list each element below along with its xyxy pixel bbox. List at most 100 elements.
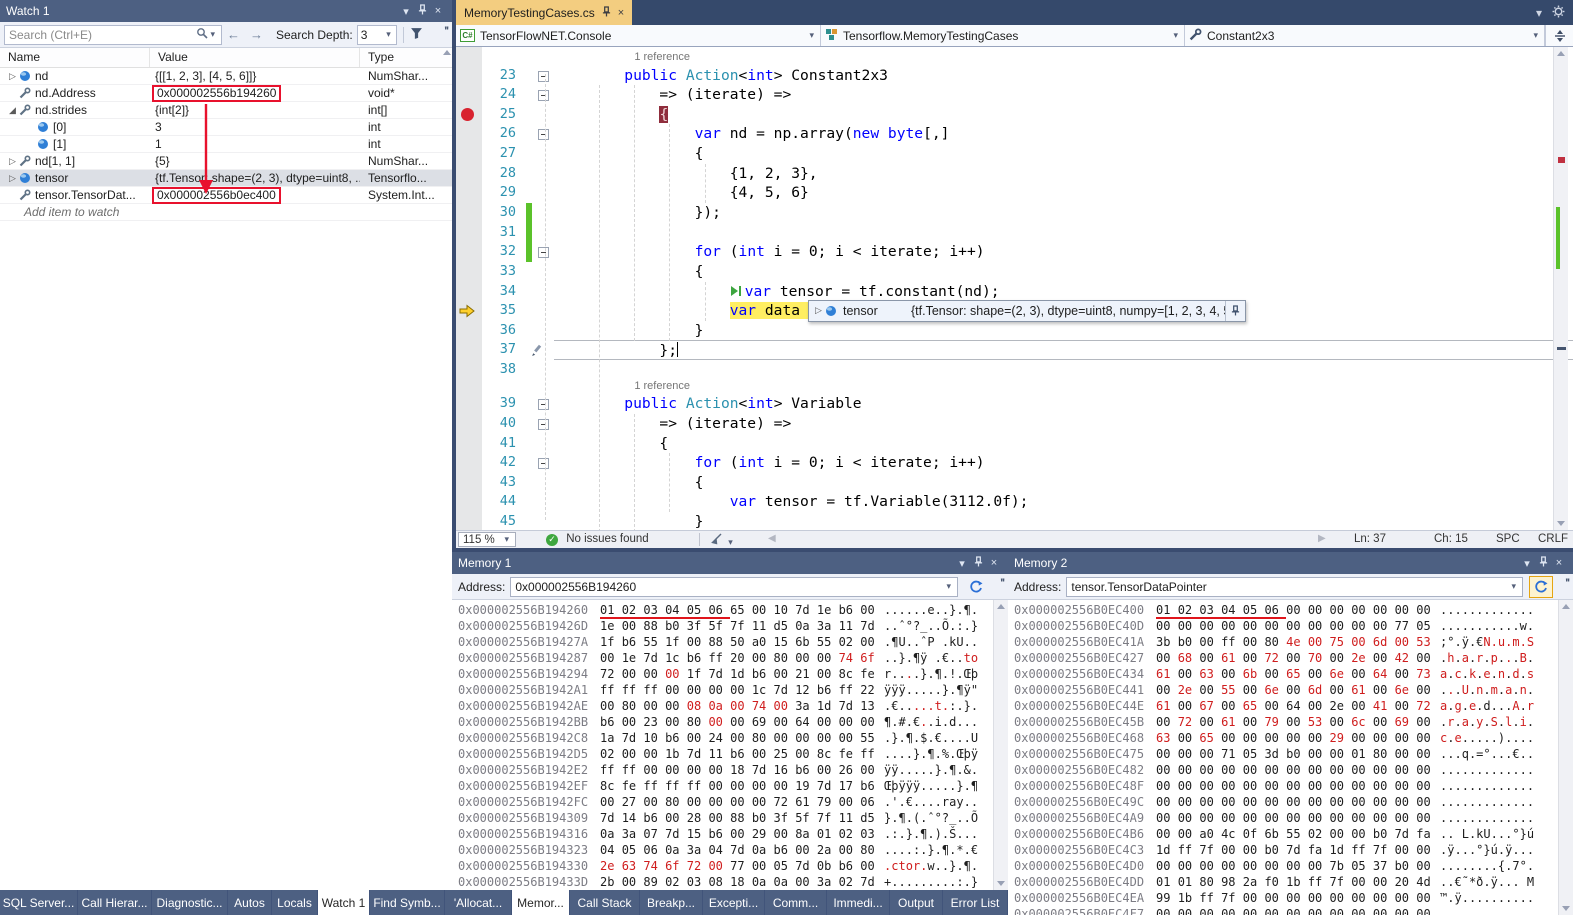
watch-row[interactable]: tensor.TensorDat...0x000002556b0ec400Sys… [0, 187, 452, 204]
collapse-icon[interactable] [538, 90, 549, 101]
memory-row[interactable]: 0x000002556B0EC4C31d ff 7f 00 00 b0 7d f… [1014, 842, 1573, 858]
code-line[interactable]: 24 => (iterate) => [456, 85, 1573, 105]
health-indicator[interactable]: ✓ No issues found [546, 533, 649, 546]
glyph-margin[interactable] [456, 301, 482, 321]
breakpoint-icon[interactable] [461, 108, 474, 121]
memory-row[interactable]: 0x000002556B1942EF8c fe ff ff ff 00 00 0… [458, 778, 1008, 794]
zoom-select[interactable]: 115 %▾ [458, 532, 516, 547]
watch-row-value[interactable]: {[[1, 2, 3], [4, 5, 6]]} [150, 68, 360, 85]
project-dropdown[interactable]: C# TensorFlowNET.Console▾ [456, 25, 821, 46]
watch-row-value[interactable]: 0x000002556b0ec400 [150, 187, 360, 204]
memory-row[interactable]: 0x000002556B0EC40001 02 03 04 05 06 00 0… [1014, 602, 1573, 618]
memory-row[interactable]: 0x000002556B1942BBb6 00 23 00 80 00 00 6… [458, 714, 1008, 730]
code-line[interactable]: 31 [456, 223, 1573, 243]
code-text[interactable]: for (int i = 0; i < iterate; i++) [554, 453, 1573, 473]
code-line[interactable]: 32 for (int i = 0; i < iterate; i++) [456, 242, 1573, 262]
code-text[interactable]: {1, 2, 3}, [554, 164, 1573, 184]
cleanup-broom-icon[interactable]: ▾ [710, 533, 735, 548]
code-line[interactable]: 23 public Action<int> Constant2x3 [456, 66, 1573, 86]
watch-scrollbar[interactable] [442, 48, 452, 221]
code-text[interactable]: }); [554, 203, 1573, 223]
close-icon[interactable]: × [1551, 557, 1567, 569]
collapse-icon[interactable] [538, 399, 549, 410]
tab-pin-icon[interactable] [602, 6, 611, 20]
glyph-margin[interactable] [456, 473, 482, 493]
forward-arrow-icon[interactable]: → [245, 27, 268, 42]
code-editor[interactable]: 1 reference 23 public Action<int> Constan… [456, 47, 1573, 530]
expander-icon[interactable]: ◢ [6, 105, 19, 116]
memory-row[interactable]: 0x000002556B19432304 05 06 0a 3a 04 7d 0… [458, 842, 1008, 858]
type-dropdown[interactable]: Tensorflow.MemoryTestingCases▾ [821, 25, 1185, 46]
code-text[interactable]: { [554, 262, 1573, 282]
code-text[interactable]: var tensor = tf.constant(nd); [554, 282, 1573, 302]
memory-row[interactable]: 0x000002556B0EC46863 00 65 00 00 00 00 0… [1014, 730, 1573, 746]
code-line[interactable]: 28 {1, 2, 3}, [456, 164, 1573, 184]
tool-window-tab-find-symb-[interactable]: Find Symb... [370, 890, 445, 915]
memory-row[interactable]: 0x000002556B0EC4A900 00 00 00 00 00 00 0… [1014, 810, 1573, 826]
code-line[interactable]: 34 var tensor = tf.constant(nd); [456, 282, 1573, 302]
pin-icon[interactable] [970, 556, 986, 570]
code-line[interactable]: 26 var nd = np.array(new byte[,] [456, 124, 1573, 144]
memory-row[interactable]: 0x000002556B0EC48200 00 00 00 00 00 00 0… [1014, 762, 1573, 778]
memory-row[interactable]: 0x000002556B0EC48F00 00 00 00 00 00 00 0… [1014, 778, 1573, 794]
glyph-margin[interactable] [456, 453, 482, 473]
memory-row[interactable]: 0x000002556B1942D502 00 00 1b 7d 11 b6 0… [458, 746, 1008, 762]
codelens-references[interactable]: 1 reference [456, 380, 1573, 395]
watch-row[interactable]: nd.Address0x000002556b194260void* [0, 85, 452, 102]
code-text[interactable]: for (int i = 0; i < iterate; i++) [554, 242, 1573, 262]
memory-row[interactable]: 0x000002556B0EC4EA99 1b ff 7f 00 00 00 0… [1014, 890, 1573, 906]
collapse-icon[interactable] [538, 419, 549, 430]
expander-icon[interactable]: ▷ [6, 173, 19, 184]
code-line[interactable]: 38 [456, 360, 1573, 380]
memory-row[interactable]: 0x000002556B19426001 02 03 04 05 06 65 0… [458, 602, 1008, 618]
glyph-margin[interactable] [456, 262, 482, 282]
window-position-icon[interactable]: ▾ [398, 5, 414, 18]
watch-row[interactable]: ▷nd{[[1, 2, 3], [4, 5, 6]]}NumShar... [0, 68, 452, 85]
glyph-margin[interactable] [456, 414, 482, 434]
code-line[interactable]: 37 }; [456, 340, 1573, 360]
code-line[interactable]: 29 {4, 5, 6} [456, 183, 1573, 203]
tool-window-tab-error-list[interactable]: Error List [943, 890, 1008, 915]
memory1-address-input[interactable]: 0x000002556B194260▾ [510, 577, 958, 597]
glyph-margin[interactable] [456, 340, 482, 360]
code-text[interactable]: public Action<int> Variable [554, 394, 1573, 414]
code-text[interactable] [554, 223, 1573, 243]
close-icon[interactable]: × [430, 5, 446, 17]
glyph-margin[interactable] [456, 394, 482, 414]
toolbar-overflow-icon[interactable]: '' [444, 24, 448, 38]
datatip-pin-icon[interactable] [1225, 301, 1245, 321]
watch-row[interactable]: ▷nd[1, 1]{5}NumShar... [0, 153, 452, 170]
code-text[interactable]: public Action<int> Constant2x3 [554, 66, 1573, 86]
watch-row-value[interactable]: {tf.Tensor: shape=(2, 3), dtype=uint8, .… [150, 170, 360, 187]
glyph-margin[interactable] [456, 321, 482, 341]
expander-icon[interactable]: ▷ [6, 71, 19, 82]
column-header-name[interactable]: Name [0, 48, 150, 67]
document-tab[interactable]: MemoryTestingCases.cs × [456, 0, 632, 25]
code-line[interactable]: 43 { [456, 473, 1573, 493]
code-text[interactable]: => (iterate) => [554, 414, 1573, 434]
memory-row[interactable]: 0x000002556B0EC4D000 00 00 00 00 00 00 0… [1014, 858, 1573, 874]
glyph-margin[interactable] [456, 144, 482, 164]
memory-row[interactable]: 0x000002556B1943097d 14 b6 00 28 00 88 b… [458, 810, 1008, 826]
memory-row[interactable]: 0x000002556B0EC4DD01 01 80 98 2a f0 1b f… [1014, 874, 1573, 890]
window-position-icon[interactable]: ▾ [954, 557, 970, 570]
close-icon[interactable]: × [986, 557, 1002, 569]
watch-filter-icon[interactable] [410, 27, 423, 43]
memory-row[interactable]: 0x000002556B1942FC00 27 00 80 00 00 00 0… [458, 794, 1008, 810]
watch-row-value[interactable]: {5} [150, 153, 360, 170]
memory-row[interactable]: 0x000002556B19427A1f b6 55 1f 00 88 50 a… [458, 634, 1008, 650]
glyph-margin[interactable] [456, 360, 482, 380]
memory2-address-input[interactable]: tensor.TensorDataPointer▾ [1066, 577, 1523, 597]
code-line[interactable]: 27 { [456, 144, 1573, 164]
memory-row[interactable]: 0x000002556B0EC42700 68 00 61 00 72 00 7… [1014, 650, 1573, 666]
editor-scrollbar[interactable] [1553, 47, 1568, 530]
refresh-icon[interactable] [1529, 576, 1553, 598]
tool-window-tab-sql-server-[interactable]: SQL Server... [0, 890, 78, 915]
refresh-icon[interactable] [964, 576, 988, 598]
tool-window-tab-immedi-[interactable]: Immedi... [827, 890, 890, 915]
hscroll-right-arrow-icon[interactable]: ▶ [1318, 533, 1326, 544]
watch-row-value[interactable]: 1 [150, 136, 360, 153]
memory1-hex-view[interactable]: 0x000002556B19426001 02 03 04 05 06 65 0… [452, 600, 1008, 890]
glyph-margin[interactable] [456, 512, 482, 530]
search-options-chevron-icon[interactable]: ▾ [208, 29, 217, 40]
